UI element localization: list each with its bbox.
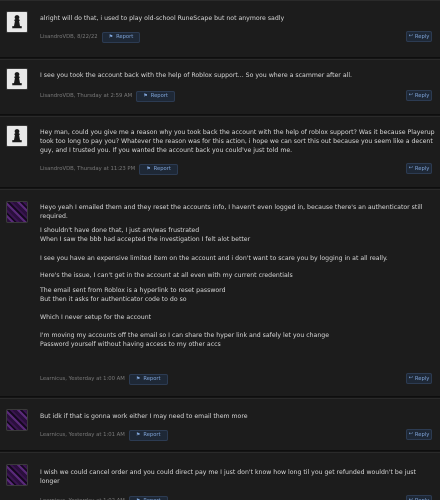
post-card: I see you took the account back with the… [0, 59, 440, 115]
report-button[interactable]: ⚑Report [101, 31, 141, 43]
reply-button[interactable]: ↩Reply [406, 163, 432, 174]
post-text-line: took too long to pay you? Whatever the r… [40, 137, 433, 145]
chess-piece-avatar[interactable] [6, 11, 28, 33]
author-date[interactable]: LisandroVDB, 8/22/22 [40, 34, 98, 40]
reply-label: Reply [414, 431, 430, 438]
post-text-line: Heyo yeah I emailed them and they reset … [40, 204, 423, 211]
flag-icon: ⚑ [135, 375, 141, 382]
reply-label: Reply [414, 165, 430, 172]
post-text-line: I see you have an expensive limited item… [40, 255, 388, 262]
reply-label: Reply [414, 33, 430, 40]
reply-button[interactable]: ↩Reply [406, 90, 432, 101]
post-paragraph: Heyo yeah I emailed them and they reset … [40, 204, 423, 222]
post-paragraph: alright will do that, i used to play old… [40, 15, 284, 24]
report-button[interactable]: ⚑Report [128, 429, 168, 441]
reply-arrow-icon: ↩ [408, 33, 413, 39]
post-text-line: But then it asks for authenticator code … [40, 295, 187, 303]
flag-icon: ⚑ [143, 92, 148, 99]
flag-icon: ⚑ [135, 431, 141, 438]
post-text-line: Which I never setup for the account [40, 314, 152, 321]
author-date[interactable]: LisandroVDB, Thursday at 2:59 AM [40, 93, 132, 99]
post-meta: Learnicus, Yesterday at 1:02 AM⚑Report [40, 495, 168, 500]
purple-pixel-avatar[interactable] [6, 464, 28, 486]
reply-button[interactable]: ↩Reply [406, 373, 432, 384]
post-paragraph: Which I never setup for the account [40, 314, 151, 323]
post-text-line: alright will do that, i used to play old… [40, 15, 285, 22]
post-paragraph: I shouldn't have done that, I just am/wa… [40, 227, 250, 245]
post-meta: LisandroVDB, Thursday at 11:23 PM ⚑ Report [40, 163, 178, 175]
reply-button[interactable]: ↩Reply [406, 495, 432, 500]
reply-arrow-icon: ↩ [408, 375, 413, 381]
report-button[interactable]: ⚑Report [128, 495, 168, 500]
post-card: Heyo yeah I emailed them and they reset … [0, 189, 440, 397]
post-paragraph: I wish we could cancel order and you cou… [40, 469, 416, 487]
reply-label: Reply [414, 375, 430, 382]
post-text-line: The email sent from Roblox is a hyperlin… [40, 287, 226, 294]
reply-button[interactable]: ↩Reply [406, 31, 432, 42]
reply-label: Reply [414, 92, 430, 99]
reply-arrow-icon: ↩ [408, 431, 413, 437]
post-text-line: But idk if that is gonna work either I m… [40, 413, 248, 420]
post-text-line: longer [40, 477, 60, 485]
post-paragraph: Hey man, could you give me a reason why … [40, 129, 435, 156]
chess-piece-avatar[interactable] [6, 125, 28, 147]
report-label: Report [143, 432, 161, 438]
author-date[interactable]: Learnicus, Yesterday at 1:01 AM [40, 432, 125, 438]
post-text-line: Password yourself without having access … [40, 340, 221, 348]
reply-arrow-icon: ↩ [408, 165, 413, 171]
post-card: Hey man, could you give me a reason why … [0, 116, 440, 188]
report-label: Report [150, 93, 168, 99]
post-text-line: Here's the issue, I can't get in the acc… [40, 272, 293, 279]
post-card: But idk if that is gonna work either I m… [0, 398, 440, 451]
post-meta: LisandroVDB, 8/22/22 ⚑ Report [40, 31, 141, 43]
post-text-line: required. [40, 212, 68, 220]
post-meta: Learnicus, Yesterday at 1:00 AM ⚑ Report [40, 373, 168, 385]
post-paragraph: I'm moving my accounts off the email so … [40, 332, 329, 350]
reply-arrow-icon: ↩ [408, 92, 413, 98]
post-text-line: I shouldn't have done that, I just am/wa… [40, 227, 200, 234]
purple-pixel-avatar[interactable] [6, 409, 28, 431]
report-label: Report [153, 166, 171, 172]
purple-pixel-avatar[interactable] [6, 201, 28, 223]
report-button[interactable]: ⚑Report [136, 90, 175, 102]
post-text-line: I see you took the account back with the… [40, 72, 353, 79]
post-card: alright will do that, i used to play old… [0, 0, 440, 58]
post-text-line: guy, and I trusted you. If you wanted th… [40, 146, 293, 154]
post-text-line: I wish we could cancel order and you cou… [40, 469, 416, 476]
post-paragraph: The email sent from Roblox is a hyperlin… [40, 287, 226, 305]
report-label: Report [143, 376, 161, 382]
post-meta: Learnicus, Yesterday at 1:01 AM ⚑ Report [40, 429, 168, 441]
author-date[interactable]: LisandroVDB, Thursday at 11:23 PM [40, 166, 135, 172]
reply-button[interactable]: ↩Reply [406, 429, 432, 440]
thread-container: alright will do that, i used to play old… [0, 0, 440, 500]
post-card: I wish we could cancel order and you cou… [0, 452, 440, 500]
flag-icon: ⚑ [108, 33, 114, 40]
report-button[interactable]: ⚑Report [128, 373, 168, 385]
post-paragraph: Here's the issue, I can't get in the acc… [40, 272, 293, 281]
post-text-line: Hey man, could you give me a reason why … [40, 129, 435, 136]
report-button[interactable]: ⚑Report [139, 163, 178, 175]
post-paragraph: I see you have an expensive limited item… [40, 255, 388, 264]
chess-piece-avatar[interactable] [6, 68, 28, 90]
post-paragraph: I see you took the account back with the… [40, 72, 352, 81]
flag-icon: ⚑ [146, 165, 151, 172]
post-text-line: When I saw the bbb had accepted the inve… [40, 235, 251, 243]
post-text-line: I'm moving my accounts off the email so … [40, 332, 330, 339]
author-date[interactable]: Learnicus, Yesterday at 1:00 AM [40, 376, 125, 382]
report-label: Report [116, 34, 134, 40]
post-paragraph: But idk if that is gonna work either I m… [40, 413, 248, 422]
post-meta: LisandroVDB, Thursday at 2:59 AM ⚑ Report [40, 90, 175, 102]
